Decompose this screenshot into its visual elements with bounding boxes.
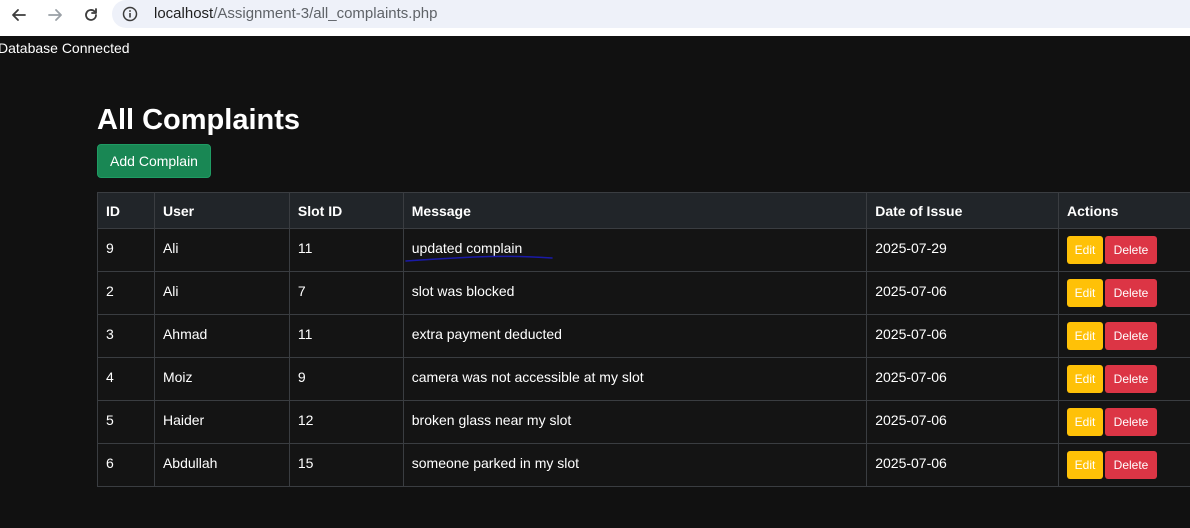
cell-id: 6 <box>97 443 155 487</box>
toolbar-divider <box>0 30 1190 36</box>
cell-slot-id: 7 <box>288 271 404 315</box>
cell-slot-id: 11 <box>288 228 404 272</box>
edit-button[interactable]: Edit <box>1067 365 1104 393</box>
delete-button[interactable]: Delete <box>1105 279 1158 307</box>
table-row: 2 Ali 7 slot was blocked 2025-07-06 Edit… <box>97 271 1190 315</box>
cell-actions: Edit Delete <box>1058 271 1190 315</box>
cell-user: Ali <box>153 228 290 272</box>
column-header-date: Date of Issue <box>866 192 1060 229</box>
table-row: 9 Ali 11 updated complain 2025-07-29 Edi… <box>97 228 1190 272</box>
cell-message: camera was not accessible at my slot <box>402 357 868 401</box>
table-row: 4 Moiz 9 camera was not accessible at my… <box>97 357 1190 401</box>
delete-button[interactable]: Delete <box>1105 451 1158 479</box>
cell-message: broken glass near my slot <box>402 400 868 444</box>
cell-user: Haider <box>153 400 290 444</box>
cell-date: 2025-07-06 <box>866 400 1060 444</box>
cell-id: 3 <box>97 314 155 358</box>
cell-user: Abdullah <box>153 443 290 487</box>
table-header-row: ID User Slot ID Message Date of Issue Ac… <box>97 192 1190 229</box>
complaints-table: ID User Slot ID Message Date of Issue Ac… <box>97 192 1190 487</box>
add-complain-button[interactable]: Add Complain <box>97 144 211 178</box>
column-header-user: User <box>153 192 290 229</box>
edit-button[interactable]: Edit <box>1067 322 1104 350</box>
column-header-id: ID <box>97 192 155 229</box>
browser-toolbar: localhost/Assignment-3/all_complaints.ph… <box>0 0 1190 30</box>
cell-message: someone parked in my slot <box>402 443 868 487</box>
edit-button[interactable]: Edit <box>1067 279 1104 307</box>
cell-date: 2025-07-06 <box>866 357 1060 401</box>
cell-actions: Edit Delete <box>1058 314 1190 358</box>
column-header-message: Message <box>402 192 868 229</box>
url-host: localhost <box>154 5 214 22</box>
edit-button[interactable]: Edit <box>1067 451 1104 479</box>
cell-message: extra payment deducted <box>402 314 868 358</box>
cell-id: 5 <box>97 400 155 444</box>
cell-slot-id: 11 <box>288 314 404 358</box>
cell-actions: Edit Delete <box>1058 400 1190 444</box>
back-arrow-icon[interactable] <box>8 4 30 26</box>
edit-button[interactable]: Edit <box>1067 236 1104 264</box>
cell-id: 2 <box>97 271 155 315</box>
page-header: All Complaints Add Complain <box>97 100 301 178</box>
cell-actions: Edit Delete <box>1058 443 1190 487</box>
handwritten-underline-annotation <box>405 255 553 262</box>
table-row: 6 Abdullah 15 someone parked in my slot … <box>97 443 1190 487</box>
cell-slot-id: 12 <box>288 400 404 444</box>
cell-date: 2025-07-06 <box>866 271 1060 315</box>
cell-user: Ali <box>153 271 290 315</box>
db-status-text: Database Connected <box>0 40 130 56</box>
cell-date: 2025-07-06 <box>866 443 1060 487</box>
column-header-actions: Actions <box>1058 192 1190 229</box>
delete-button[interactable]: Delete <box>1105 365 1158 393</box>
cell-date: 2025-07-06 <box>866 314 1060 358</box>
column-header-slot-id: Slot ID <box>288 192 404 229</box>
forward-arrow-icon[interactable] <box>44 4 66 26</box>
cell-id: 4 <box>97 357 155 401</box>
cell-message: slot was blocked <box>402 271 868 315</box>
page-title: All Complaints <box>97 104 301 136</box>
delete-button[interactable]: Delete <box>1105 408 1158 436</box>
reload-icon[interactable] <box>80 4 102 26</box>
address-bar[interactable]: localhost/Assignment-3/all_complaints.ph… <box>112 0 1190 28</box>
cell-slot-id: 9 <box>288 357 404 401</box>
delete-button[interactable]: Delete <box>1105 236 1158 264</box>
edit-button[interactable]: Edit <box>1067 408 1104 436</box>
site-info-icon[interactable] <box>122 6 138 22</box>
table-row: 3 Ahmad 11 extra payment deducted 2025-0… <box>97 314 1190 358</box>
cell-actions: Edit Delete <box>1058 228 1190 272</box>
cell-actions: Edit Delete <box>1058 357 1190 401</box>
cell-id: 9 <box>97 228 155 272</box>
delete-button[interactable]: Delete <box>1105 322 1158 350</box>
cell-date: 2025-07-29 <box>866 228 1060 272</box>
cell-user: Ahmad <box>153 314 290 358</box>
url-text: localhost/Assignment-3/all_complaints.ph… <box>154 5 438 22</box>
cell-message: updated complain <box>402 228 868 272</box>
table-row: 5 Haider 12 broken glass near my slot 20… <box>97 400 1190 444</box>
cell-user: Moiz <box>153 357 290 401</box>
cell-slot-id: 15 <box>288 443 404 487</box>
url-path: /Assignment-3/all_complaints.php <box>213 5 438 22</box>
